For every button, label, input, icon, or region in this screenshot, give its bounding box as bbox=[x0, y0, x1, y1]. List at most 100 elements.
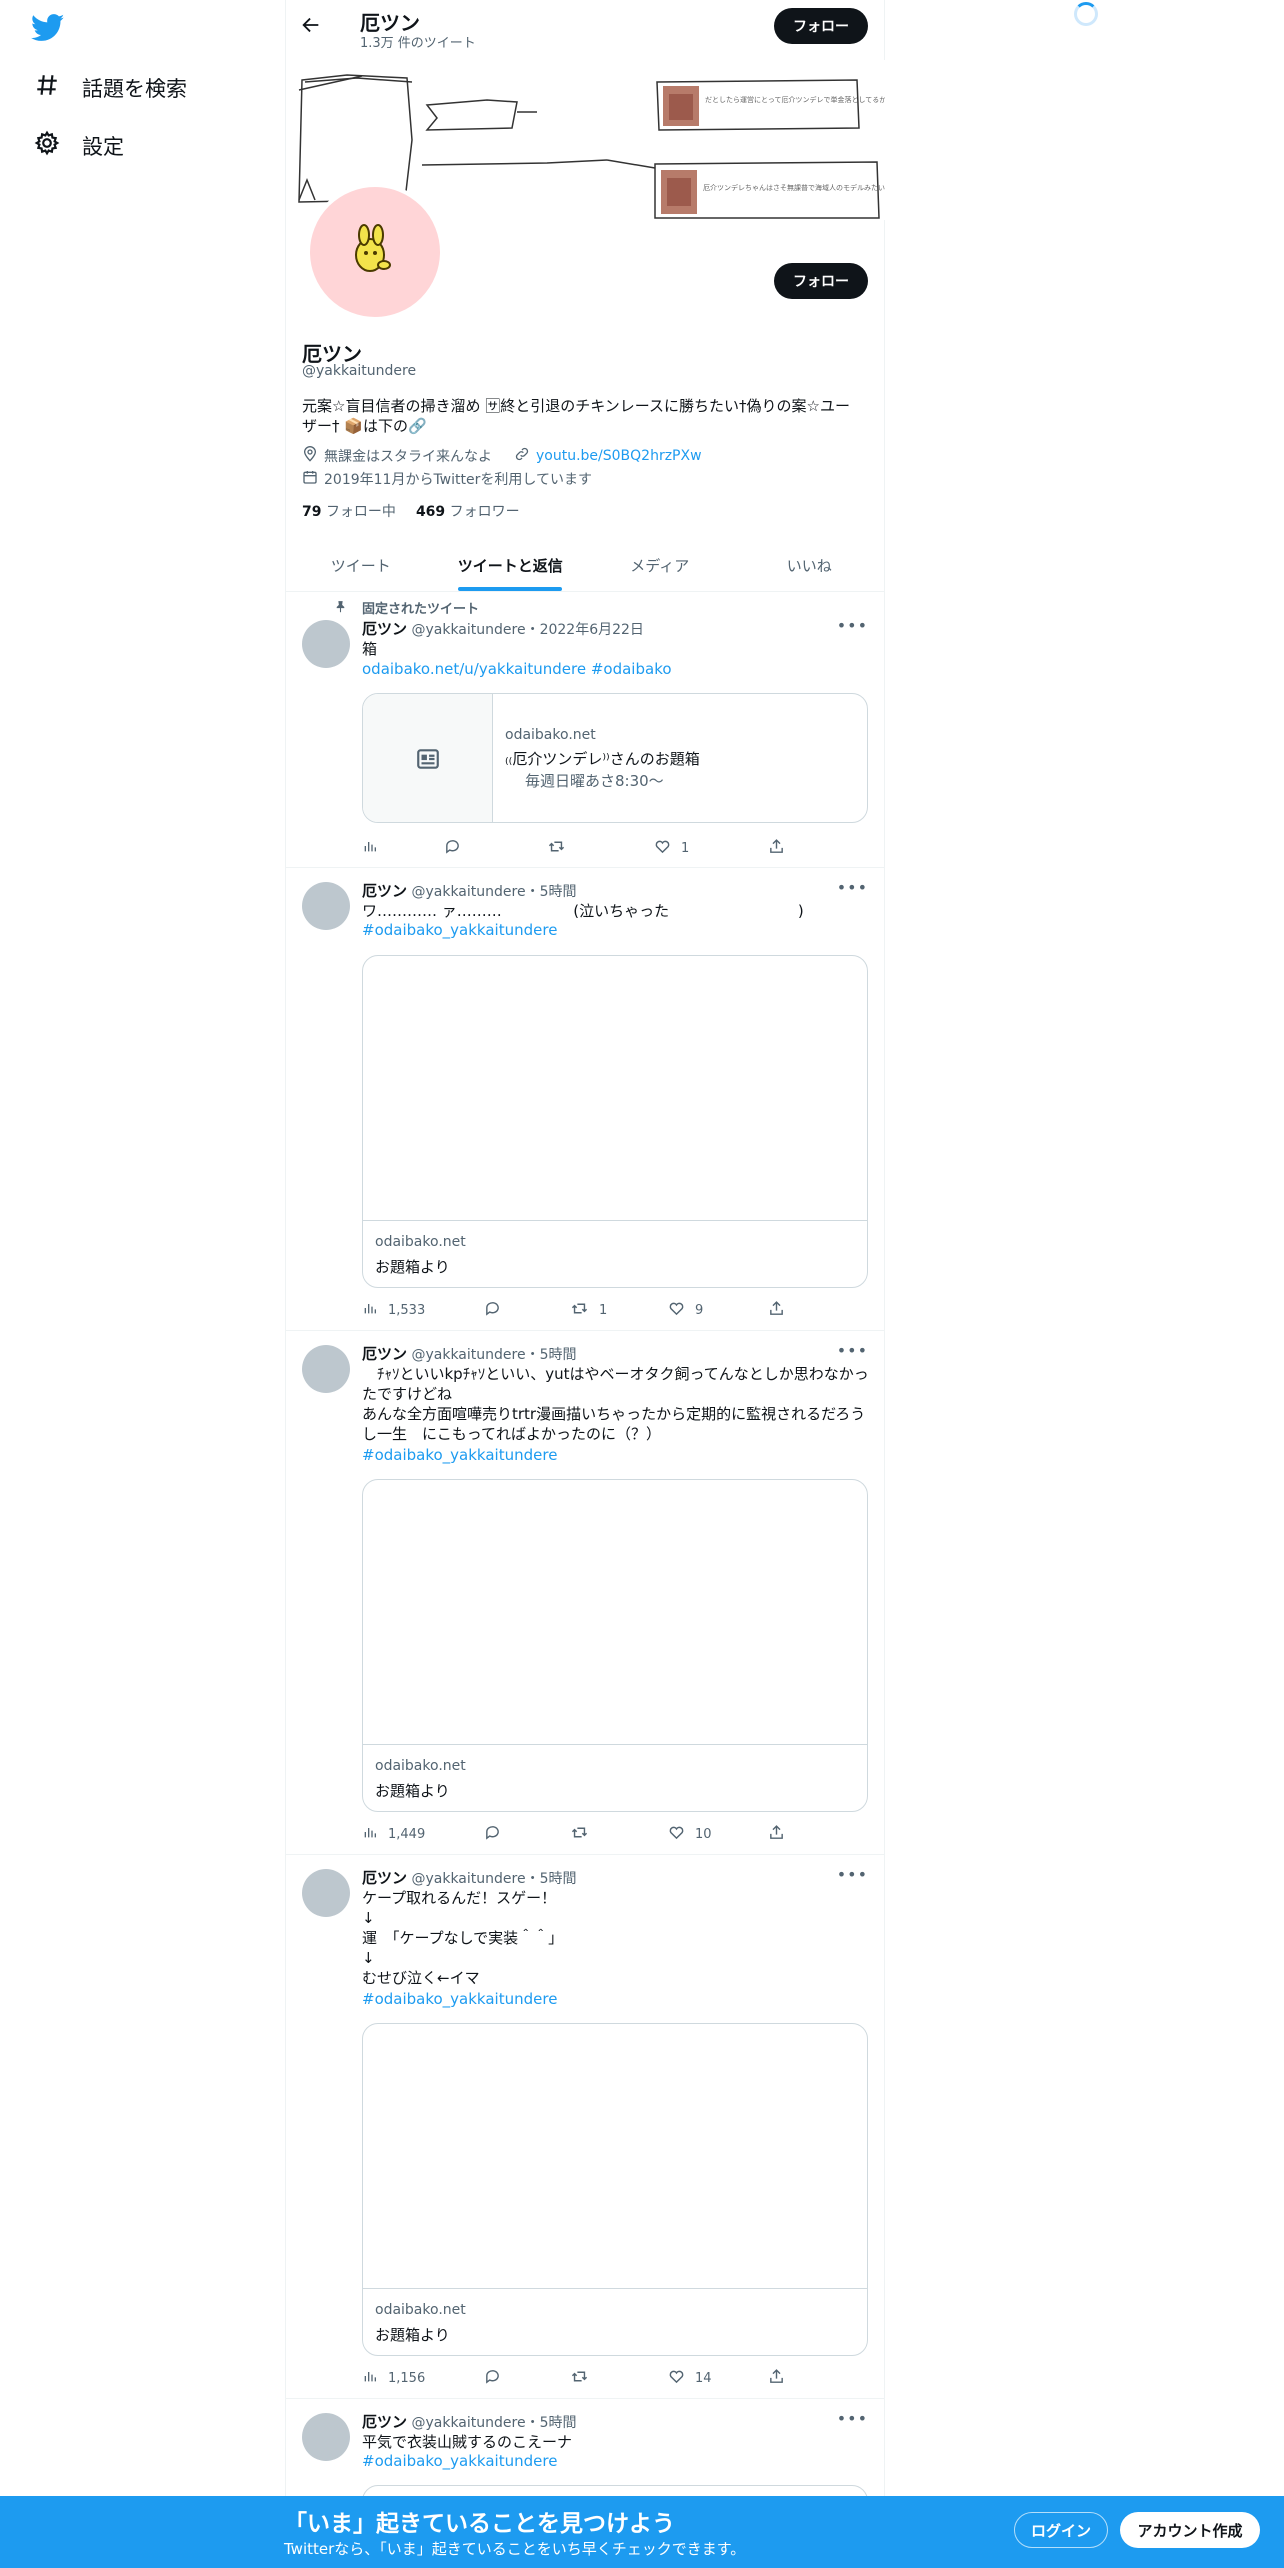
retweet-button[interactable] bbox=[570, 2368, 589, 2389]
tweet-avatar[interactable] bbox=[302, 882, 350, 930]
tweet-hashtag[interactable]: #odaibako_yakkaitundere bbox=[362, 1990, 557, 2008]
views-button[interactable]: 1,533 bbox=[362, 1300, 425, 1320]
card-divider bbox=[363, 2288, 867, 2289]
followers-label: フォロワー bbox=[449, 504, 520, 520]
calendar-icon bbox=[302, 469, 318, 489]
card-divider bbox=[363, 1744, 867, 1745]
share-button[interactable] bbox=[768, 1824, 785, 1845]
bio-line-2: ザー† 📦は下の🔗 bbox=[302, 417, 427, 435]
tab-media[interactable]: メディア bbox=[585, 540, 735, 591]
link-card[interactable]: odaibako.net お題箱より bbox=[362, 955, 868, 1288]
card-title: ₍₍厄介ツンデレ⁾⁾さんのお題箱 bbox=[505, 750, 700, 768]
retweet-button[interactable] bbox=[570, 1824, 589, 1845]
header-follow-button[interactable]: フォロー bbox=[774, 8, 868, 44]
more-options-icon[interactable]: ••• bbox=[837, 616, 868, 635]
like-button[interactable]: 9 bbox=[668, 1300, 703, 1321]
card-domain: odaibako.net bbox=[375, 2302, 466, 2318]
tweet-item[interactable]: 固定されたツイート 厄ツン @yakkaitundere・2022年6月22日 … bbox=[286, 592, 884, 868]
tweet-hashtag[interactable]: #odaibako_yakkaitundere bbox=[362, 921, 557, 939]
profile-location: 無課金はスタライ来んなよ bbox=[324, 449, 492, 465]
views-button[interactable]: 1,156 bbox=[362, 2368, 425, 2388]
signup-banner-title: 「いま」起きていることを見つけよう bbox=[284, 2511, 675, 2537]
profile-follow-stats: 79 フォロー中 469 フォロワー bbox=[302, 501, 520, 521]
tweet-avatar[interactable] bbox=[302, 1869, 350, 1917]
followers-count: 469 bbox=[415, 504, 446, 520]
views-count: 1,533 bbox=[388, 1302, 426, 1318]
views-button[interactable]: 1,449 bbox=[362, 1824, 425, 1844]
like-button[interactable]: 1 bbox=[654, 838, 689, 859]
bio-line-1: 元案☆盲目信者の掃き溜め 🈂終と引退のチキンレースに勝ちたい†偽りの案☆ユー bbox=[302, 397, 850, 415]
profile-meta-row: 無課金はスタライ来んなよ youtu.be/S0BQ2hrzPXw bbox=[302, 446, 702, 466]
following-link[interactable]: 79 フォロー中 bbox=[302, 501, 396, 521]
profile-avatar[interactable] bbox=[306, 183, 444, 321]
profile-website-link[interactable]: youtu.be/S0BQ2hrzPXw bbox=[536, 448, 702, 464]
profile-follow-button[interactable]: フォロー bbox=[774, 263, 868, 299]
heart-icon bbox=[654, 838, 671, 859]
card-title: お題箱より bbox=[375, 1782, 450, 1800]
tweet-avatar[interactable] bbox=[302, 2413, 350, 2461]
more-options-icon[interactable]: ••• bbox=[837, 2409, 868, 2428]
card-domain: odaibako.net bbox=[505, 727, 596, 743]
more-options-icon[interactable]: ••• bbox=[837, 1341, 868, 1360]
nav-explore[interactable]: 話題を検索 bbox=[34, 72, 187, 103]
followers-link[interactable]: 469 フォロワー bbox=[416, 501, 520, 521]
views-count: 1,156 bbox=[388, 2370, 426, 2386]
tweet-text: ワ………… ァ……… (泣いちゃった ) bbox=[362, 902, 804, 920]
tab-tweets-and-replies[interactable]: ツイートと返信 bbox=[436, 540, 586, 591]
card-domain: odaibako.net bbox=[375, 1758, 466, 1774]
views-button[interactable] bbox=[362, 838, 388, 858]
share-button[interactable] bbox=[768, 1300, 785, 1321]
tweet-author-name: 厄ツン bbox=[362, 1869, 408, 1887]
profile-joined-date: 2019年11月からTwitterを利用しています bbox=[324, 472, 592, 488]
retweet-button[interactable] bbox=[547, 838, 566, 859]
link-card[interactable]: odaibako.net お題箱より bbox=[362, 1479, 868, 1812]
avatar-character-icon bbox=[355, 224, 391, 272]
tweet-link[interactable]: odaibako.net/u/yakkaitundere #odaibako bbox=[362, 660, 672, 678]
hashtag-icon bbox=[34, 72, 60, 103]
pinned-label: 固定されたツイート bbox=[362, 602, 480, 617]
more-options-icon[interactable]: ••• bbox=[837, 878, 868, 897]
login-button[interactable]: ログイン bbox=[1014, 2512, 1108, 2548]
heart-icon bbox=[668, 1824, 685, 1845]
gear-icon bbox=[34, 130, 60, 161]
analytics-icon bbox=[362, 838, 378, 858]
tweet-item[interactable]: 厄ツン @yakkaitundere・5時間 ••• ﾁｬｿといいkpﾁｬｿとい… bbox=[286, 1331, 884, 1855]
share-button[interactable] bbox=[768, 838, 785, 859]
loading-spinner-icon bbox=[1074, 2, 1098, 26]
reply-button[interactable] bbox=[444, 838, 461, 859]
tweet-hashtag[interactable]: #odaibako_yakkaitundere bbox=[362, 2452, 557, 2470]
reply-icon bbox=[484, 1300, 501, 1321]
reply-button[interactable] bbox=[484, 1824, 501, 1845]
nav-settings[interactable]: 設定 bbox=[34, 130, 124, 161]
twitter-logo-icon[interactable] bbox=[30, 14, 65, 42]
more-options-icon[interactable]: ••• bbox=[837, 1865, 868, 1884]
retweet-button[interactable]: 1 bbox=[570, 1300, 607, 1321]
tweet-actions: 1,449 10 bbox=[362, 1824, 785, 1845]
tweet-avatar[interactable] bbox=[302, 1345, 350, 1393]
back-arrow-icon[interactable] bbox=[300, 14, 322, 40]
reply-icon bbox=[444, 838, 461, 859]
link-card[interactable]: odaibako.net ₍₍厄介ツンデレ⁾⁾さんのお題箱 毎週日曜あさ8:30… bbox=[362, 693, 868, 823]
link-card[interactable]: odaibako.net お題箱より bbox=[362, 2023, 868, 2356]
like-button[interactable]: 10 bbox=[668, 1824, 712, 1845]
tweet-hashtag[interactable]: #odaibako_yakkaitundere bbox=[362, 1446, 557, 1464]
analytics-icon bbox=[362, 1824, 378, 1844]
tweet-text: ﾁｬｿといいkpﾁｬｿといい、yutはやベーオタク飼ってんなとしか思わなかったで… bbox=[362, 1365, 869, 1443]
tweet-avatar[interactable] bbox=[302, 620, 350, 668]
retweet-icon bbox=[547, 838, 566, 859]
tweet-actions: 1,156 14 bbox=[362, 2368, 785, 2389]
create-account-button[interactable]: アカウント作成 bbox=[1120, 2512, 1260, 2548]
tweet-item[interactable]: 厄ツン @yakkaitundere・5時間 ••• ワ………… ァ……… (泣… bbox=[286, 868, 884, 1331]
tweet-item[interactable]: 厄ツン @yakkaitundere・5時間 ••• ケープ取れるんだ！スゲー！… bbox=[286, 1855, 884, 2399]
share-icon bbox=[768, 1824, 785, 1845]
reply-button[interactable] bbox=[484, 1300, 501, 1321]
reply-button[interactable] bbox=[484, 2368, 501, 2389]
tab-tweets[interactable]: ツイート bbox=[286, 540, 436, 591]
views-count: 1,449 bbox=[388, 1826, 426, 1842]
share-button[interactable] bbox=[768, 2368, 785, 2389]
tab-likes[interactable]: いいね bbox=[735, 540, 885, 591]
location-pin-icon bbox=[302, 446, 318, 466]
retweet-icon bbox=[570, 1300, 589, 1321]
like-button[interactable]: 14 bbox=[668, 2368, 712, 2389]
tweet-header: 厄ツン @yakkaitundere・2022年6月22日 bbox=[362, 618, 644, 639]
